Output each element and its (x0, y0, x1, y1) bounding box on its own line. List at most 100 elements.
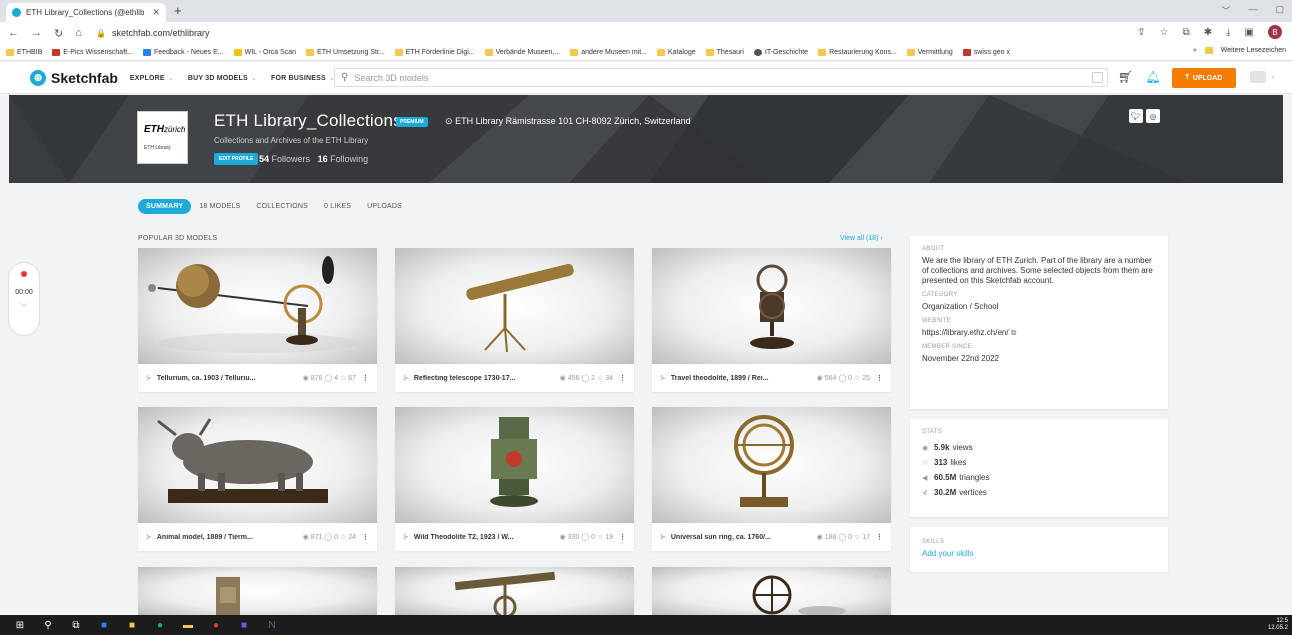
home-icon[interactable]: ⌂ (75, 27, 82, 40)
instagram-icon[interactable]: ◎ (1146, 109, 1160, 123)
model-card[interactable]: ⊟ ⤓ (652, 567, 891, 615)
website-link[interactable]: https://library.ethz.ch/en/ ⧉ (922, 328, 1156, 338)
twitter-icon[interactable]: 🐦︎ (1129, 109, 1143, 123)
bookmark-item[interactable]: WIL - Orca Scan (233, 48, 296, 56)
more-options-icon[interactable]: ⋮ (876, 533, 883, 541)
download-icon[interactable]: ⊟ ⤓ (875, 571, 887, 581)
download-icon[interactable]: ⊟ ⤓ (618, 252, 630, 262)
view-all-link[interactable]: View all (18) › (840, 235, 883, 242)
bookmark-item[interactable]: Vermittlung (906, 48, 953, 56)
upload-button[interactable]: ⤒ UPLOAD (1172, 68, 1236, 88)
model-thumbnail[interactable]: ⊟ ⤓ (395, 248, 634, 364)
model-thumbnail[interactable]: ⊟ ⤓ (395, 407, 634, 523)
bookmark-item[interactable]: ETHBIB (6, 48, 42, 56)
chevron-down-icon[interactable]: ⌄ (1270, 72, 1276, 80)
tab-summary[interactable]: SUMMARY (138, 199, 192, 214)
other-bookmarks[interactable]: » Weitere Lesezeichen (1192, 47, 1286, 54)
more-options-icon[interactable]: ⋮ (619, 374, 626, 382)
profile-avatar-logo[interactable]: ETHzürich ETH Library (137, 111, 188, 164)
download-icon[interactable]: ⊟ ⤓ (361, 252, 373, 262)
search-icon[interactable]: ⚲ (42, 619, 54, 631)
menu-explore[interactable]: EXPLORE ⌄ (130, 74, 174, 82)
forward-icon[interactable]: → (31, 27, 42, 40)
model-thumbnail[interactable]: ⊟ ⤓ (652, 407, 891, 523)
share-icon[interactable]: ⇪ (1137, 27, 1145, 38)
model-card[interactable]: ⊟ ⤓ ⊱ Wild Theodolite T2, 1923 / W... ◉ … (395, 407, 634, 551)
minimize-icon[interactable]: — (1248, 4, 1257, 17)
download-icon[interactable]: ⊟ ⤓ (618, 411, 630, 421)
follow-counts[interactable]: 54 Followers 16 Following (259, 154, 368, 164)
model-thumbnail[interactable]: ⊟ ⤓ (652, 567, 891, 615)
model-card[interactable]: ⊟ ⤓ ⊱ Reflecting telescope 1730-17... ◉ … (395, 248, 634, 392)
chevron-down-icon[interactable]: ﹀ (20, 302, 28, 313)
system-clock[interactable]: 12:5 12.05.2 (1268, 618, 1288, 632)
download-icon[interactable]: ⊟ ⤓ (361, 571, 373, 581)
browser-tab[interactable]: ETH Library_Collections (@ethlib ✕ (6, 3, 166, 22)
more-options-icon[interactable]: ⋮ (876, 374, 883, 382)
model-card[interactable]: ⊟ ⤓ (395, 567, 634, 615)
star-icon[interactable]: ☆ (1160, 27, 1169, 38)
tab-uploads[interactable]: UPLOADS (359, 199, 410, 214)
bookmark-item[interactable]: Kataloge (657, 48, 696, 56)
bookmark-item[interactable]: IT-Geschichte (753, 48, 808, 56)
file-explorer-icon[interactable]: ▬ (182, 619, 194, 631)
reload-icon[interactable]: ↻ (54, 27, 63, 40)
bookmark-item[interactable]: Restaurierung Kons... (818, 48, 897, 56)
model-card[interactable]: ⊟ ⤓ ⊱ Universal sun ring, ca. 1760/... ◉… (652, 407, 891, 551)
task-view-icon[interactable]: ⧉ (70, 619, 82, 631)
model-card[interactable]: ⊟ ⤓ ⊱ Tellurium, ca. 1903 / Telluriu... … (138, 248, 377, 392)
add-skills-link[interactable]: Add your skills (922, 549, 1156, 558)
profile-avatar[interactable]: B (1268, 25, 1282, 39)
bookmark-item[interactable]: ETH Förderlinie Digi... (394, 48, 475, 56)
search-input[interactable]: ⚲ Search 3D models (334, 68, 1108, 87)
download-icon[interactable]: ⤓ (369, 411, 373, 421)
outlook-icon[interactable]: ■ (98, 619, 110, 631)
tab-collections[interactable]: COLLECTIONS (248, 199, 316, 214)
model-card[interactable]: ⤓ ⊱ Animal model, 1889 / Tierm... ◉ 871 … (138, 407, 377, 551)
bookmark-item[interactable]: Feedback - Neues E... (142, 48, 224, 56)
bookmark-item[interactable]: andere Museen mit... (570, 48, 647, 56)
model-thumbnail[interactable]: ⊟ ⤓ (395, 567, 634, 615)
record-icon[interactable] (21, 271, 27, 277)
bookmark-item[interactable]: E-Pics Wissenschaft... (52, 48, 133, 56)
edit-profile-button[interactable]: EDIT PROFILE (214, 153, 259, 165)
more-options-icon[interactable]: ⋮ (619, 533, 626, 541)
model-title[interactable]: Tellurium, ca. 1903 / Telluriu... (157, 375, 277, 382)
model-thumbnail[interactable]: ⊟ ⤓ (138, 248, 377, 364)
bookmark-item[interactable]: Thesauri (705, 48, 744, 56)
sketchfab-logo[interactable]: ◍ Sketchfab (30, 69, 118, 86)
chevron-down-icon[interactable]: ﹀ (1221, 4, 1230, 17)
url-field[interactable]: sketchfab.com/ethlibrary (112, 28, 210, 38)
more-options-icon[interactable]: ⋮ (362, 374, 369, 382)
model-thumbnail[interactable]: ⊟ ⤓ (652, 248, 891, 364)
bookmark-item[interactable]: swiss geo x (962, 48, 1010, 56)
onenote-icon[interactable]: N (266, 619, 278, 631)
windows-start-icon[interactable]: ⊞ (14, 619, 26, 631)
model-title[interactable]: Reflecting telescope 1730-17... (414, 375, 534, 382)
model-title[interactable]: Wild Theodolite T2, 1923 / W... (414, 534, 534, 541)
download-icon[interactable]: ⊟ ⤓ (618, 571, 630, 581)
bookmark-item[interactable]: Verbände Museen,... (484, 48, 560, 56)
back-icon[interactable]: ← (8, 27, 19, 40)
puzzle-icon[interactable]: ✱ (1204, 27, 1212, 38)
download-icon[interactable]: ⊟ ⤓ (875, 252, 887, 262)
download-icon[interactable]: ⊟ ⤓ (875, 411, 887, 421)
user-menu-avatar[interactable] (1250, 71, 1266, 83)
menu-buy-3d-models[interactable]: BUY 3D MODELS ⌄ (188, 74, 257, 82)
menu-for-business[interactable]: FOR BUSINESS ⌄ (271, 74, 335, 82)
model-card[interactable]: ⊟ ⤓ ⊱ Travel theodolite, 1899 / Rei... ◉… (652, 248, 891, 392)
chrome-icon[interactable]: ● (210, 619, 222, 631)
tab-likes[interactable]: 0 LIKES (316, 199, 359, 214)
model-title[interactable]: Travel theodolite, 1899 / Rei... (671, 375, 791, 382)
teams-icon[interactable]: ■ (238, 619, 250, 631)
sidepanel-icon[interactable]: ▣ (1245, 27, 1254, 38)
model-thumbnail[interactable]: ⤓ (138, 407, 377, 523)
cart-icon[interactable]: 🛒︎ (1118, 70, 1133, 84)
bookmark-item[interactable]: ETH Umsetzung Str... (306, 48, 385, 56)
close-tab-icon[interactable]: ✕ (152, 7, 160, 18)
new-tab-icon[interactable]: + (174, 3, 182, 19)
download-icon[interactable]: ⤓ (1226, 27, 1230, 38)
tab-models[interactable]: 18 MODELS (191, 199, 248, 214)
more-options-icon[interactable]: ⋮ (362, 533, 369, 541)
model-thumbnail[interactable]: ⊟ ⤓ (138, 567, 377, 615)
